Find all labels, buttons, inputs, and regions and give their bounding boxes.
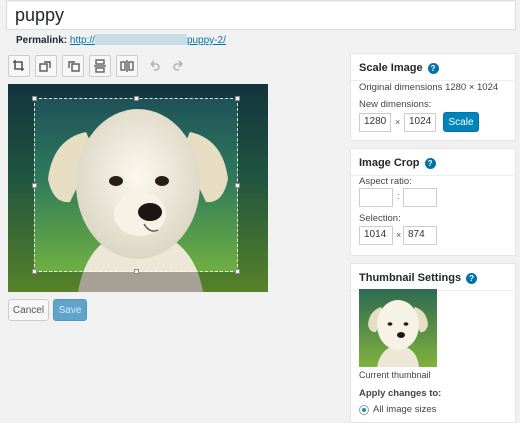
aspect-width-input[interactable] <box>359 188 393 207</box>
current-thumbnail-image <box>359 289 437 367</box>
crop-button[interactable] <box>8 55 30 77</box>
permalink-link[interactable]: http:// puppy-2/ <box>69 34 226 46</box>
thumbnail-settings-heading: Thumbnail Settings? <box>351 264 515 291</box>
permalink-redacted <box>94 34 187 45</box>
selection-label: Selection: <box>359 213 401 224</box>
current-thumbnail-caption: Current thumbnail <box>359 370 431 380</box>
crop-handle-se[interactable] <box>235 269 240 274</box>
permalink-row: Permalink: http:// puppy-2/ <box>16 34 226 46</box>
rotate-right-button[interactable] <box>62 55 84 77</box>
save-button[interactable]: Save <box>53 299 87 321</box>
flip-horizontal-icon <box>120 60 134 72</box>
permalink-url-prefix: http:// <box>69 35 95 46</box>
original-dimensions: Original dimensions 1280 × 1024 <box>359 82 499 93</box>
help-icon[interactable]: ? <box>427 62 439 74</box>
scale-image-heading: Scale Image? <box>351 54 515 81</box>
crop-handle-s[interactable] <box>134 269 139 274</box>
help-icon[interactable]: ? <box>424 157 436 169</box>
permalink-label: Permalink: <box>16 35 68 46</box>
all-image-sizes-label: All image sizes <box>373 404 437 415</box>
scale-width-input[interactable]: 1280 <box>359 113 391 132</box>
crop-selection[interactable] <box>32 96 240 274</box>
crop-handle-e[interactable] <box>235 183 240 188</box>
rotate-right-icon <box>68 61 80 72</box>
colon-separator: : <box>397 191 400 201</box>
scale-image-title: Scale Image <box>359 62 423 74</box>
image-crop-title: Image Crop <box>359 157 420 169</box>
scale-image-panel: Scale Image? Original dimensions 1280 × … <box>350 53 516 141</box>
selection-height-input[interactable]: 874 <box>403 226 437 245</box>
thumbnail-settings-title: Thumbnail Settings <box>359 272 462 284</box>
image-crop-area[interactable] <box>8 84 268 292</box>
help-icon[interactable]: ? <box>466 272 478 284</box>
crop-handle-sw[interactable] <box>32 269 37 274</box>
crop-handle-nw[interactable] <box>32 96 37 101</box>
rotate-left-button[interactable] <box>35 55 57 77</box>
new-dimensions-label: New dimensions: <box>359 99 432 110</box>
flip-vertical-button[interactable] <box>89 55 111 77</box>
post-title-input[interactable]: puppy <box>6 0 516 30</box>
permalink-url-suffix: puppy-2/ <box>186 35 226 46</box>
undo-icon <box>150 60 160 71</box>
thumbnail-settings-panel: Thumbnail Settings? Current thumbnail Ap… <box>350 263 516 423</box>
image-crop-heading: Image Crop? <box>351 149 515 176</box>
redo-icon <box>173 60 183 71</box>
times-sign: × <box>396 230 402 240</box>
image-crop-panel: Image Crop? Aspect ratio: : Selection: 1… <box>350 148 516 256</box>
undo-button[interactable] <box>143 55 165 77</box>
selection-width-input[interactable]: 1014 <box>359 226 393 245</box>
aspect-height-input[interactable] <box>403 188 437 207</box>
flip-horizontal-button[interactable] <box>116 55 138 77</box>
rotate-left-icon <box>39 61 51 72</box>
aspect-ratio-label: Aspect ratio: <box>359 176 412 187</box>
redo-button[interactable] <box>168 55 190 77</box>
scale-button[interactable]: Scale <box>443 112 479 132</box>
scale-height-input[interactable]: 1024 <box>404 113 436 132</box>
crop-icon <box>13 60 24 71</box>
cancel-button[interactable]: Cancel <box>8 299 49 321</box>
apply-changes-label: Apply changes to: <box>359 388 442 399</box>
crop-handle-w[interactable] <box>32 183 37 188</box>
times-sign: × <box>395 117 401 127</box>
flip-vertical-icon <box>94 59 106 73</box>
crop-handle-n[interactable] <box>134 96 139 101</box>
crop-handle-ne[interactable] <box>235 96 240 101</box>
